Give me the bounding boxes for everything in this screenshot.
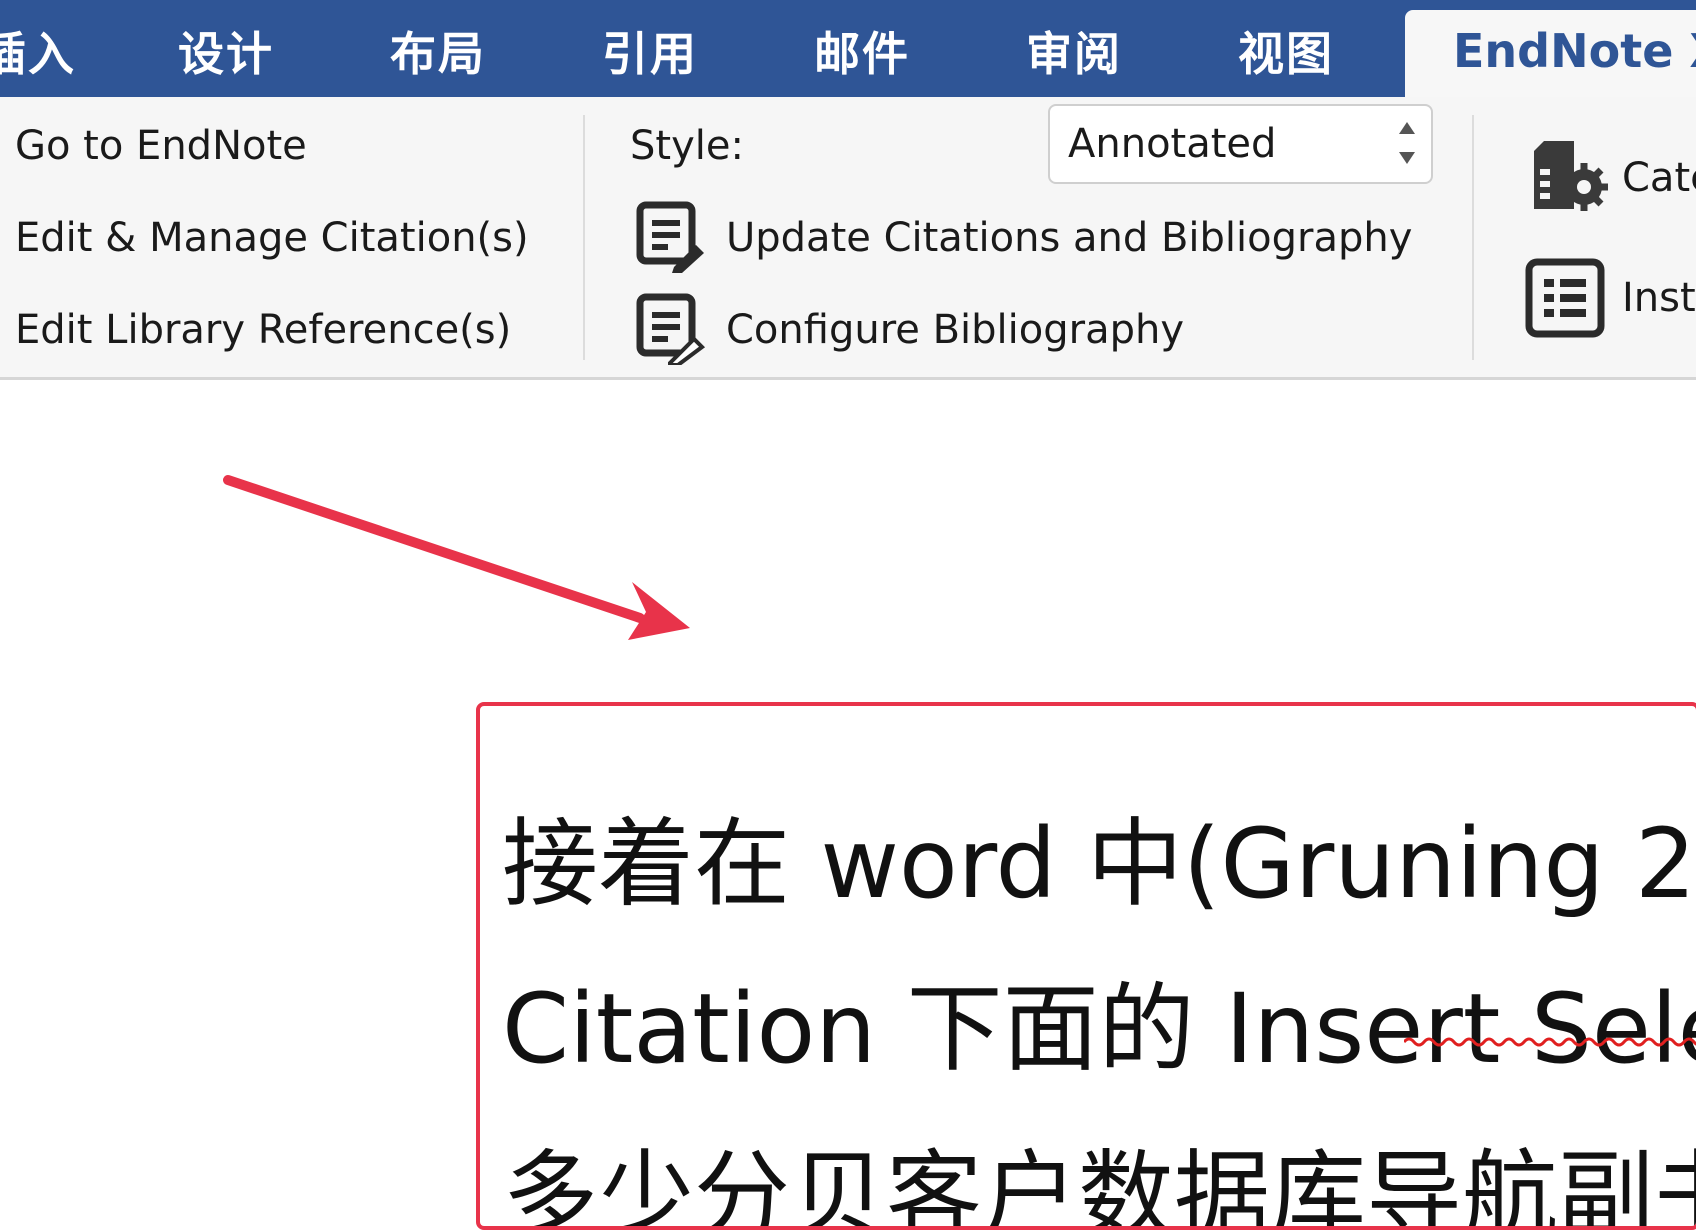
document-excerpt-box: 接着在 word 中(Gruning 20 Citation 下面的 Inser…	[476, 702, 1696, 1230]
misspelled-word: Selecte	[1530, 973, 1696, 1085]
document-line-2: Citation 下面的 Insert Selecte	[502, 951, 1696, 1090]
document-line-2-text: Citation 下面的 Insert	[502, 973, 1531, 1085]
document-line-1: 接着在 word 中(Gruning 20	[502, 808, 1696, 920]
document-line-3: 多少分贝客户数据库导航副书	[502, 1140, 1696, 1230]
spellcheck-underline	[1404, 1037, 1696, 1047]
